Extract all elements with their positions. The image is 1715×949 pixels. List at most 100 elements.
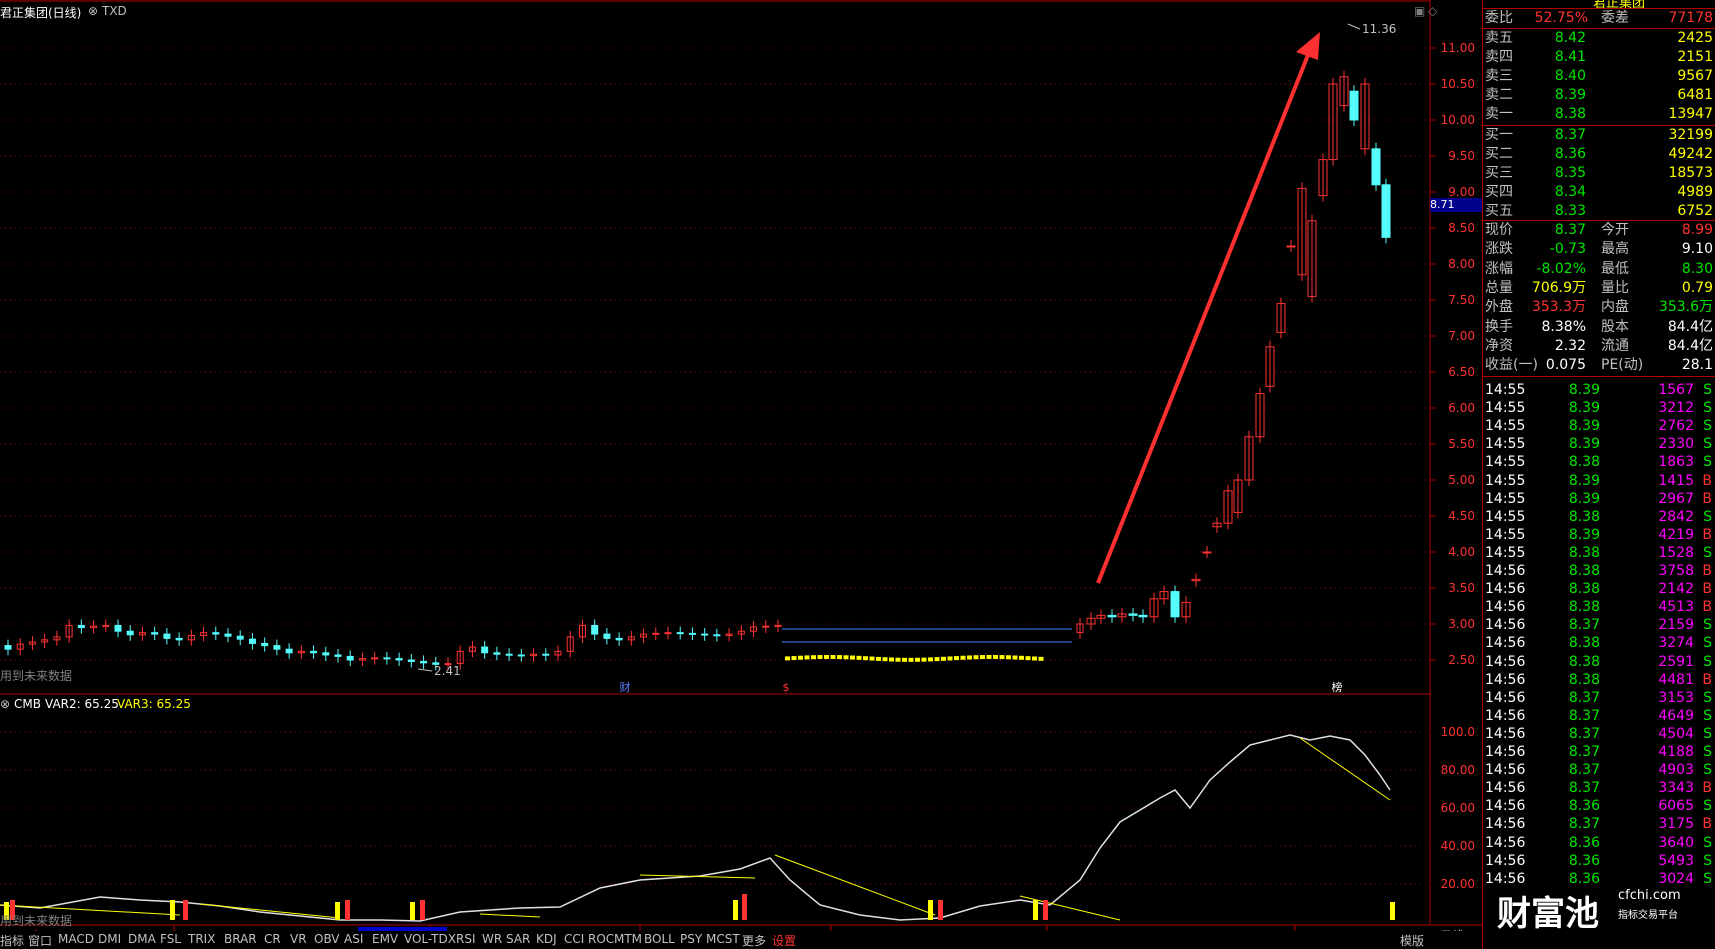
tab-19[interactable]: ROC (588, 932, 614, 946)
quote-value: 84.4亿 (1667, 318, 1713, 335)
tab-10[interactable]: OBV (314, 932, 340, 946)
flat-marker-bar (928, 657, 933, 662)
tab-11[interactable]: ASI (344, 932, 363, 946)
marker-s: $ (783, 681, 790, 694)
tab-18[interactable]: CCI (564, 932, 584, 946)
bid-price: 8.34 (1554, 184, 1586, 200)
bid-volume: 6752 (1677, 203, 1713, 219)
sub-chart-icon[interactable]: ⊗ (0, 697, 10, 711)
quote-value: 8.30 (1681, 260, 1713, 277)
quote-value: 28.1 (1681, 357, 1713, 374)
tick-volume: 2159 (1658, 617, 1694, 634)
tick-volume: 4188 (1658, 744, 1694, 760)
tab-17[interactable]: KDJ (536, 932, 557, 946)
candle-up (1286, 245, 1296, 248)
tab-12[interactable]: EMV (372, 932, 398, 946)
tab-1[interactable]: 窗口 (28, 932, 52, 949)
ask-row: 卖二 8.39 6481 (1483, 86, 1715, 104)
tick-volume: 3343 (1658, 780, 1694, 797)
tick-price: 8.38 (1568, 581, 1600, 598)
tick-volume: 2591 (1658, 653, 1694, 670)
tick-time: 14:56 (1485, 725, 1526, 742)
tab-23[interactable]: MCST (706, 932, 740, 946)
cmb-yellow-segment (199, 903, 341, 919)
ask-price: 8.42 (1554, 30, 1586, 46)
tab-9[interactable]: VR (290, 932, 307, 946)
ask-label: 卖五 (1485, 30, 1513, 46)
signal-bar-yellow (335, 902, 340, 920)
tab-22[interactable]: PSY (680, 932, 702, 946)
tab-6[interactable]: TRIX (188, 932, 215, 946)
bid-label: 买一 (1485, 127, 1513, 143)
candle-down (236, 635, 244, 640)
tick-price: 8.38 (1568, 454, 1600, 471)
quote-value: 8.38% (1541, 318, 1586, 335)
tick-direction: S (1703, 635, 1712, 652)
ask-price: 8.39 (1554, 87, 1586, 103)
tick-price: 8.39 (1568, 436, 1600, 453)
price-tick-label: 3.50 (1448, 581, 1475, 595)
flat-marker-bar (811, 655, 816, 660)
tab-26[interactable]: 模版 (1400, 932, 1424, 949)
tick-time: 14:55 (1485, 436, 1526, 453)
candle-down (1371, 148, 1381, 186)
window-toggle-icon[interactable]: ▣ (1414, 4, 1425, 18)
tick-price: 8.37 (1568, 762, 1600, 779)
bid-label: 买二 (1485, 146, 1513, 162)
tab-25[interactable]: 设置 (772, 932, 796, 949)
tab-2[interactable]: MACD (58, 932, 94, 946)
tab-20[interactable]: MTM (614, 932, 642, 946)
ask-volume: 2151 (1677, 49, 1713, 65)
flat-marker-bar (798, 655, 803, 660)
tab-21[interactable]: BOLL (644, 932, 675, 946)
stock-title: 君正集团(日线) (0, 6, 82, 20)
tick-row: 14:56 8.37 4504 S (1483, 725, 1715, 743)
kline-chart-svg[interactable]: 11.00 10.50 10.00 9.50 9.00 8.50 8.00 7.50 7.00 6… (0, 0, 1482, 949)
kline-chart-area[interactable]: 11.00 10.50 10.00 9.50 9.00 8.50 8.00 7.50 7.00 6… (0, 0, 1482, 949)
tab-16[interactable]: SAR (506, 932, 530, 946)
tick-row: 14:56 8.36 5493 S (1483, 852, 1715, 870)
flat-marker-bar (915, 657, 920, 662)
quote-label: 现价 (1485, 222, 1513, 238)
signal-bar-yellow (410, 902, 415, 920)
tick-volume: 4513 (1658, 599, 1694, 616)
tick-time: 14:56 (1485, 744, 1526, 760)
candle-down (261, 642, 269, 647)
tab-7[interactable]: BRAR (224, 932, 257, 946)
signal-bar-yellow (928, 900, 933, 920)
tick-row: 14:56 8.38 2591 S (1483, 653, 1715, 671)
tick-price: 8.39 (1568, 526, 1600, 543)
sub-indicator-name[interactable]: CMB (14, 697, 41, 711)
ask-row: 卖三 8.40 9567 (1483, 67, 1715, 85)
flat-marker-bar (895, 657, 901, 662)
quote-label: 最高 (1601, 241, 1629, 258)
tab-24[interactable]: 更多 (742, 932, 766, 949)
cmb-yellow-segment (479, 913, 541, 918)
tick-price: 8.37 (1568, 725, 1600, 742)
flat-marker-bar (869, 656, 875, 661)
tick-row: 14:56 8.37 4903 S (1483, 761, 1715, 779)
diamond-icon[interactable]: ◇ (1428, 4, 1437, 18)
tab-4[interactable]: DMA (128, 932, 156, 946)
flat-marker-bar (1032, 656, 1037, 661)
tab-14[interactable]: RSI (456, 932, 476, 946)
ask-price: 8.41 (1554, 49, 1586, 65)
bid-volume: 4989 (1677, 184, 1713, 200)
tab-0[interactable]: 指标 (0, 932, 24, 949)
tab-13[interactable]: VOL-TDX (404, 932, 456, 946)
tab-3[interactable]: DMI (98, 932, 121, 946)
flat-marker-bar (921, 657, 927, 662)
tab-15[interactable]: WR (482, 932, 502, 946)
price-tick-label: 11.00 (1441, 41, 1475, 55)
tick-time: 14:55 (1485, 400, 1526, 417)
watermark-logo: 财富池 cfchi.com 指标交易平台 (1497, 888, 1681, 934)
sub-tick-label: 80.00 (1441, 763, 1475, 777)
tick-price: 8.37 (1568, 617, 1600, 634)
tab-8[interactable]: CR (264, 932, 281, 946)
indicator-dropdown-icon[interactable]: ⊗ (88, 4, 98, 18)
indicator-name[interactable]: TXD (102, 4, 127, 18)
tab-5[interactable]: FSL (160, 932, 181, 946)
tick-price: 8.38 (1568, 544, 1600, 561)
high-leader-line (1347, 23, 1361, 30)
tick-time: 14:56 (1485, 563, 1526, 579)
